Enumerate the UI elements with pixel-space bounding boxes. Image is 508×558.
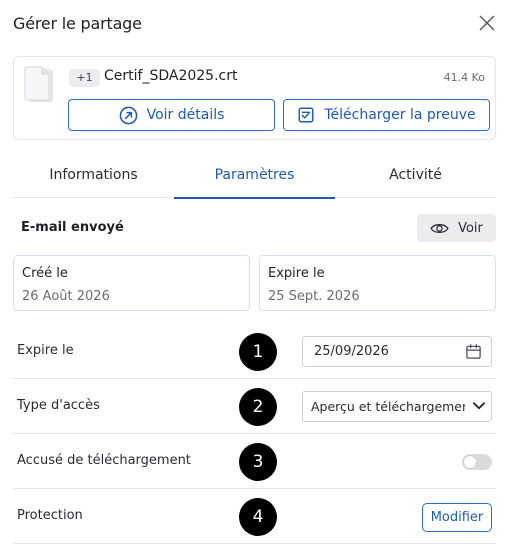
access-type-value: Aperçu et téléchargement	[311, 399, 465, 414]
tab-activite[interactable]: Activité	[335, 158, 496, 198]
eye-icon	[430, 223, 449, 233]
file-card: +1 Certif_SDA2025.crt 41.4 Ko Voir détai…	[13, 56, 496, 140]
file-count-badge: +1	[69, 69, 100, 87]
created-label: Créé le	[22, 266, 68, 281]
expire-setting-label: Expire le	[17, 343, 74, 358]
proof-document-icon	[298, 107, 314, 123]
dialog-header: Gérer le partage	[0, 0, 508, 50]
download-proof-label: Télécharger la preuve	[324, 107, 476, 123]
file-stack-icon	[24, 66, 53, 102]
view-email-label: Voir	[458, 220, 483, 236]
expire-date-input[interactable]: 25/09/2026	[302, 336, 492, 367]
expires-value: 25 Sept. 2026	[268, 289, 360, 304]
expires-label: Expire le	[268, 266, 325, 281]
step-marker-2: 2	[239, 388, 277, 426]
tab-informations[interactable]: Informations	[13, 158, 174, 198]
protection-label: Protection	[17, 508, 83, 523]
step-marker-3: 3	[239, 443, 277, 481]
view-details-label: Voir détails	[146, 107, 225, 123]
dialog-title: Gérer le partage	[13, 14, 142, 33]
toggle-knob	[464, 456, 476, 468]
file-size: 41.4 Ko	[443, 71, 485, 84]
expire-date-value: 25/09/2026	[314, 344, 389, 359]
tab-parametres[interactable]: Paramètres	[174, 158, 335, 199]
tab-bar: Informations Paramètres Activité	[13, 158, 496, 199]
email-sent-label: E-mail envoyé	[21, 220, 124, 235]
expires-date-box: Expire le 25 Sept. 2026	[259, 255, 496, 311]
access-type-label: Type d'accès	[17, 398, 100, 413]
file-name: Certif_SDA2025.crt	[104, 68, 238, 84]
created-date-box: Créé le 26 Août 2026	[13, 255, 250, 311]
modify-protection-button[interactable]: Modifier	[422, 503, 492, 532]
download-receipt-toggle[interactable]	[462, 454, 492, 470]
close-icon[interactable]	[478, 14, 496, 32]
view-email-button[interactable]: Voir	[417, 214, 496, 242]
step-marker-4: 4	[239, 498, 277, 536]
chevron-down-icon	[473, 402, 485, 410]
download-proof-button[interactable]: Télécharger la preuve	[283, 99, 490, 131]
download-receipt-label: Accusé de téléchargement	[17, 453, 191, 468]
compass-arrow-icon	[119, 106, 137, 124]
created-value: 26 Août 2026	[22, 289, 110, 304]
step-marker-1: 1	[239, 333, 277, 371]
view-details-button[interactable]: Voir détails	[68, 99, 275, 131]
access-type-select[interactable]: Aperçu et téléchargement	[302, 391, 492, 422]
calendar-icon[interactable]	[465, 343, 482, 360]
